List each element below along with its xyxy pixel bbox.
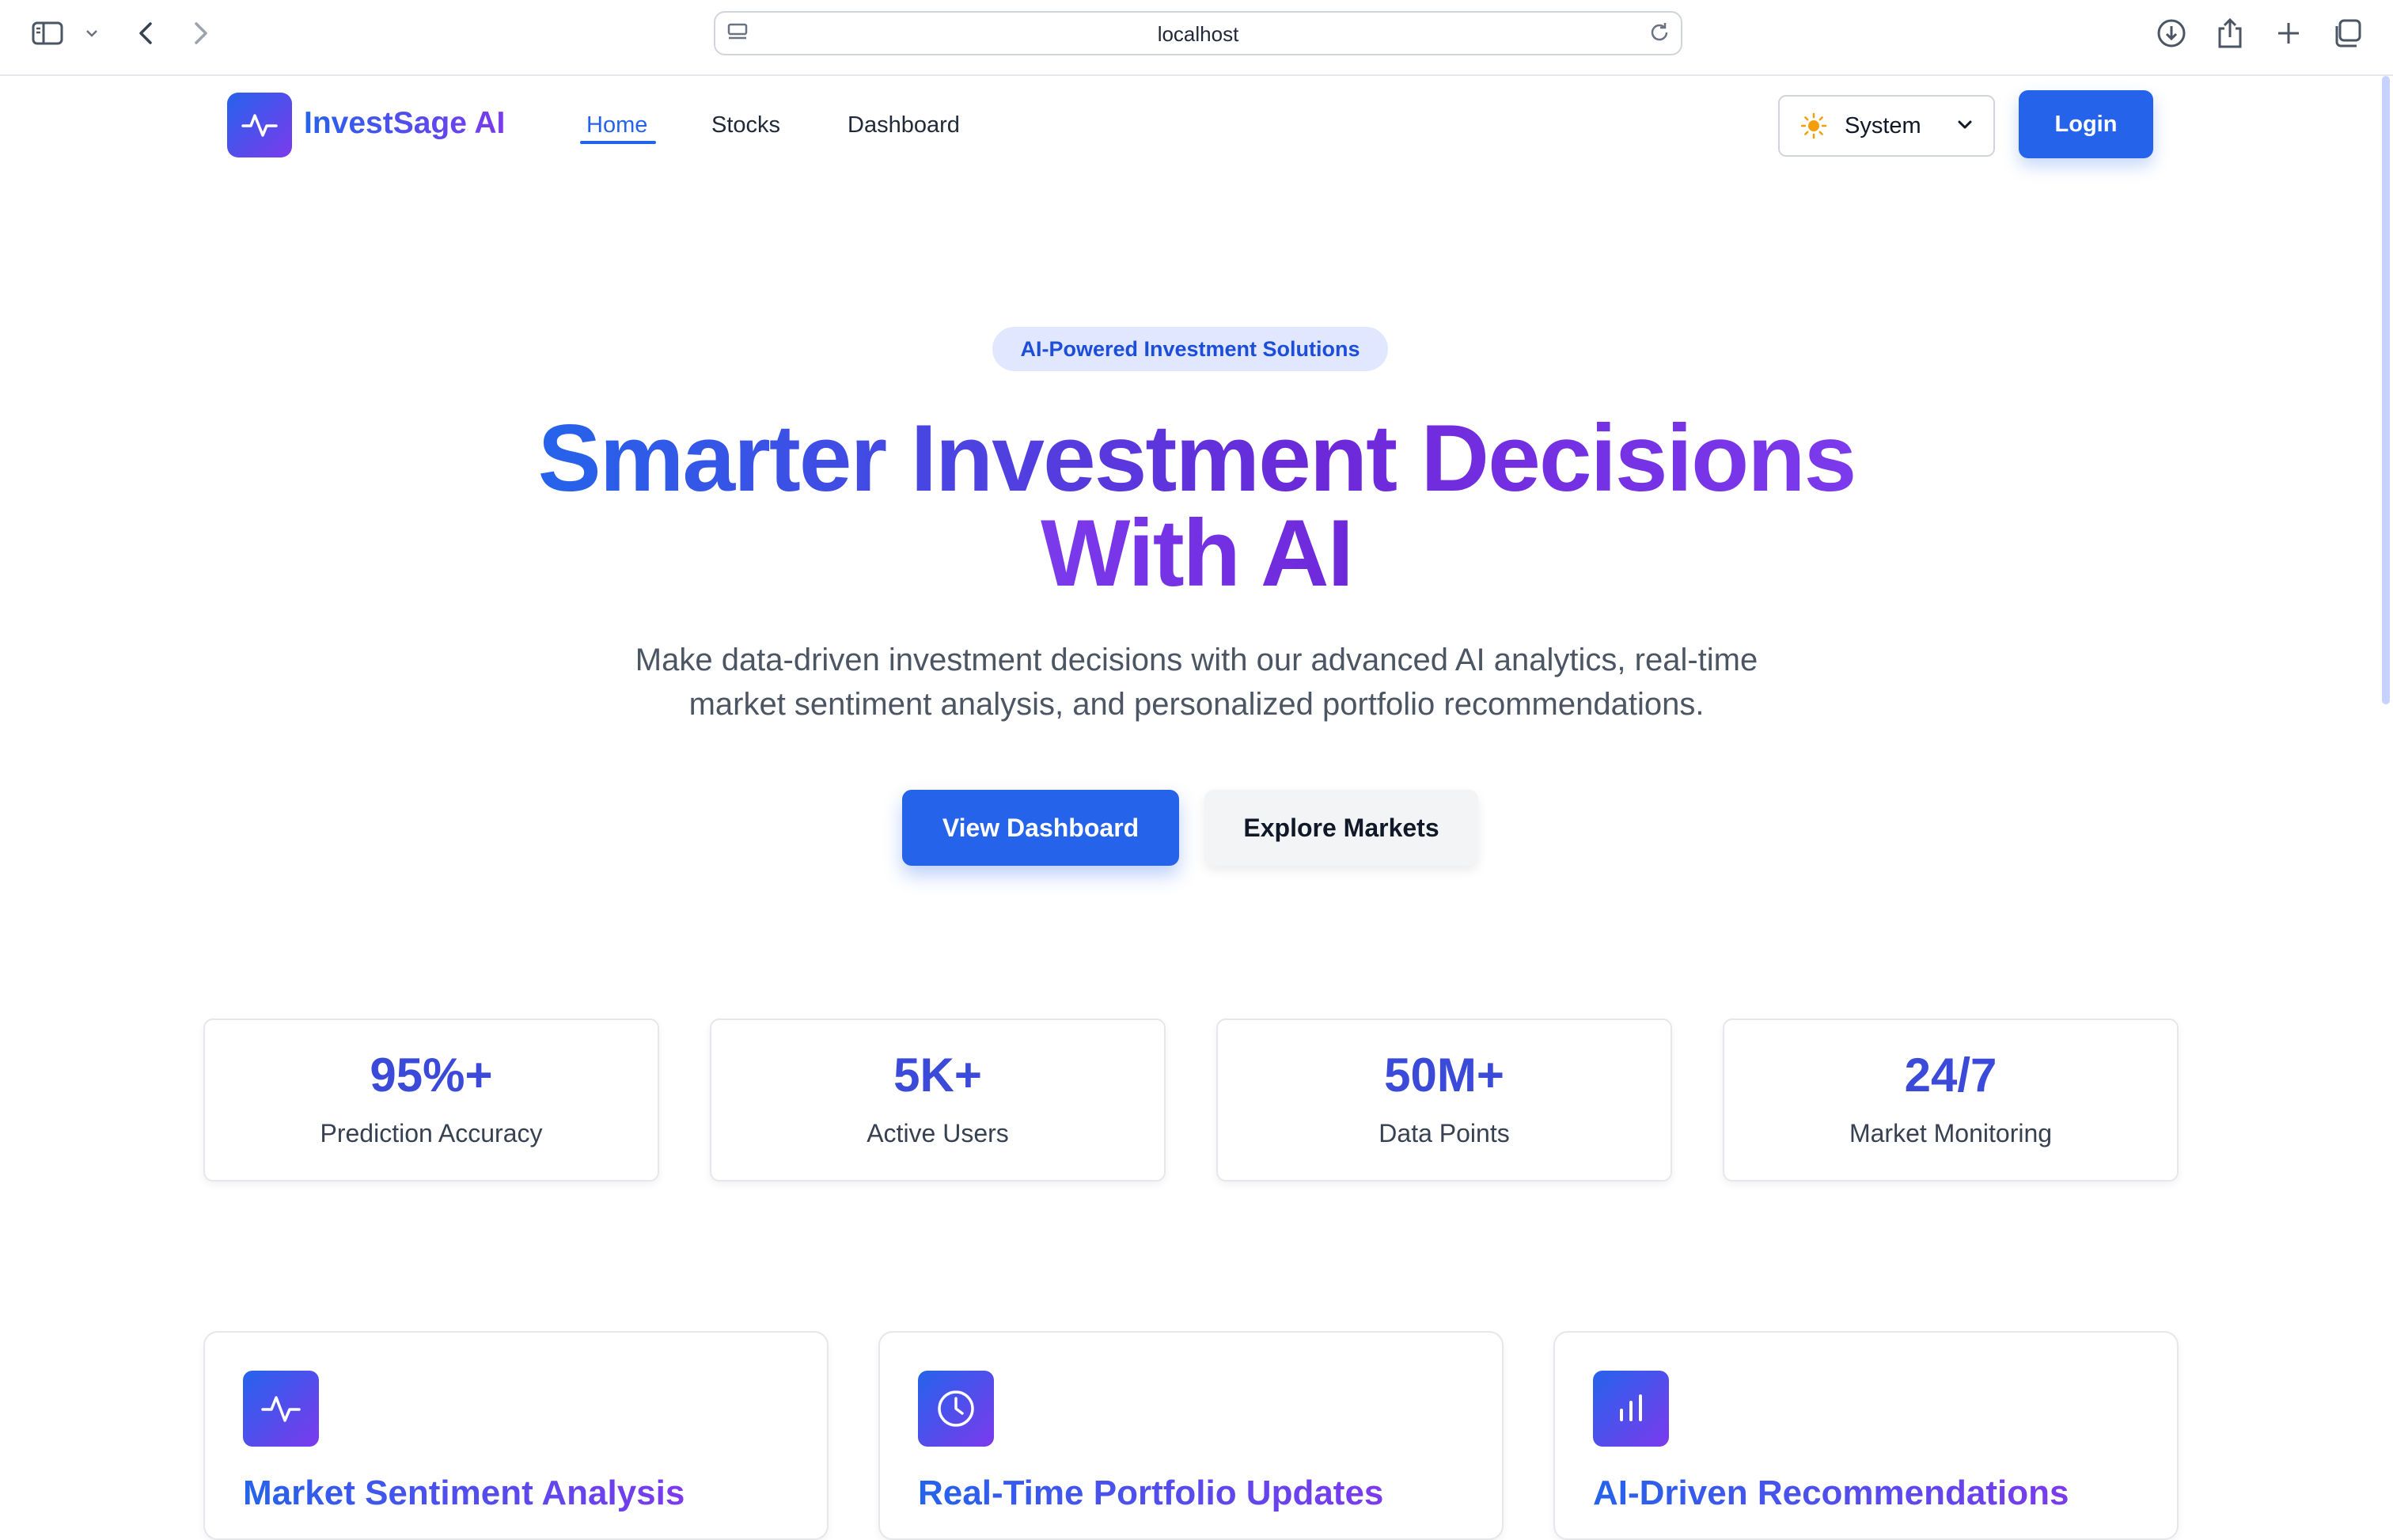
theme-select[interactable]: System — [1778, 95, 1995, 157]
tab-overview-icon[interactable] — [2330, 16, 2365, 51]
address-bar[interactable]: localhost — [714, 11, 1682, 55]
stat-card: 24/7 Market Monitoring — [1723, 1018, 2179, 1182]
forward-icon[interactable] — [184, 16, 218, 51]
chevron-down-icon[interactable] — [76, 16, 108, 51]
clock-icon — [938, 1390, 974, 1427]
theme-select-value: System — [1845, 113, 1921, 138]
nav-active-indicator — [580, 141, 656, 144]
stat-label: Prediction Accuracy — [320, 1119, 543, 1147]
hero-headline-text: With AI — [1041, 500, 1354, 606]
stat-card: 50M+ Data Points — [1216, 1018, 1672, 1182]
hero-subtitle-line1: Make data-driven investment decisions wi… — [635, 643, 1758, 677]
nav-link-stocks[interactable]: Stocks — [711, 112, 780, 138]
brand-logo[interactable] — [227, 93, 292, 157]
hero-headline-line2: With AI — [0, 502, 2393, 605]
feature-title: Real-Time Portfolio Updates — [918, 1474, 1384, 1512]
sun-icon — [1800, 112, 1827, 143]
stat-value: 50M+ — [1384, 1049, 1504, 1102]
downloads-icon[interactable] — [2154, 16, 2189, 51]
stat-label: Active Users — [867, 1119, 1009, 1147]
feature-title: AI-Driven Recommendations — [1593, 1474, 2069, 1512]
feature-icon-box — [1593, 1371, 1669, 1447]
brand-name[interactable]: InvestSage AI — [304, 106, 505, 141]
hero-headline-line1: Smarter Investment Decisions — [0, 407, 2393, 510]
new-tab-icon[interactable] — [2271, 16, 2306, 51]
feature-icon-box — [918, 1371, 994, 1447]
chevron-down-icon — [1955, 116, 1974, 138]
hero-badge: AI-Powered Investment Solutions — [992, 327, 1388, 371]
feature-card: Real-Time Portfolio Updates — [878, 1331, 1504, 1540]
stat-label: Data Points — [1379, 1119, 1510, 1147]
url-text: localhost — [1157, 22, 1239, 46]
stat-label: Market Monitoring — [1849, 1119, 2053, 1147]
sidebar-toggle-icon[interactable] — [30, 16, 65, 51]
stat-value: 95%+ — [370, 1049, 493, 1102]
hero-headline-text: Smarter Investment Decisions — [537, 405, 1857, 511]
feature-card: Market Sentiment Analysis — [203, 1331, 829, 1540]
page-scrollbar[interactable] — [2382, 76, 2390, 704]
nav-link-home[interactable]: Home — [586, 112, 647, 138]
reload-icon[interactable] — [1648, 21, 1671, 48]
explore-markets-button[interactable]: Explore Markets — [1204, 790, 1478, 866]
activity-icon — [261, 1396, 301, 1422]
back-icon[interactable] — [128, 16, 163, 51]
feature-card: AI-Driven Recommendations — [1553, 1331, 2179, 1540]
stat-card: 5K+ Active Users — [710, 1018, 1166, 1182]
bar-chart-icon — [1620, 1394, 1642, 1421]
browser-toolbar: localhost — [0, 0, 2393, 76]
stat-value: 24/7 — [1904, 1049, 1997, 1102]
stat-value: 5K+ — [893, 1049, 982, 1102]
activity-icon — [241, 114, 278, 137]
feature-icon-box — [243, 1371, 319, 1447]
hero-subtitle-line2: market sentiment analysis, and personali… — [688, 687, 1705, 722]
nav-link-dashboard[interactable]: Dashboard — [848, 112, 960, 138]
stat-card: 95%+ Prediction Accuracy — [203, 1018, 659, 1182]
login-button[interactable]: Login — [2019, 90, 2153, 158]
share-icon[interactable] — [2213, 16, 2247, 51]
feature-title: Market Sentiment Analysis — [243, 1474, 685, 1512]
view-dashboard-button[interactable]: View Dashboard — [902, 790, 1179, 866]
